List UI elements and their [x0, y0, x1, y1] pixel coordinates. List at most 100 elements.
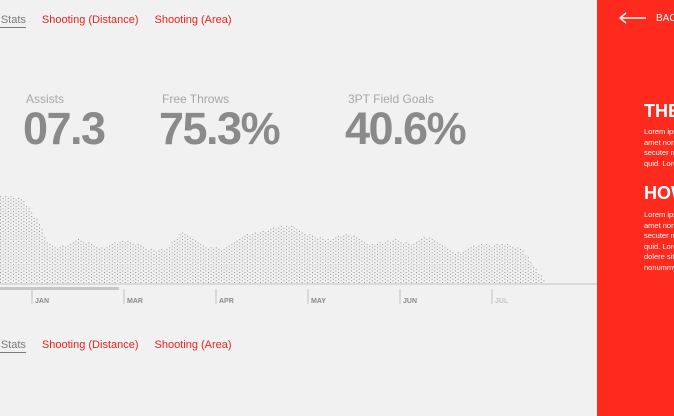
timeline-dot	[431, 265, 433, 267]
timeline-dot	[288, 227, 290, 229]
timeline-dot	[169, 280, 170, 282]
timeline-dot	[65, 254, 66, 255]
timeline-dot	[468, 249, 469, 250]
timeline-dot	[343, 255, 345, 257]
timeline-dot	[122, 257, 124, 259]
tab-shooting-distance[interactable]: Shooting (Distance)	[42, 14, 139, 28]
timeline-dot	[273, 244, 274, 246]
timeline-dot	[275, 258, 277, 260]
timeline-dot	[44, 280, 46, 282]
timeline-dot	[124, 275, 126, 277]
timeline-dot	[403, 254, 404, 255]
timeline-dot	[299, 273, 300, 275]
timeline-dot	[234, 258, 235, 260]
back-button[interactable]: BACK	[619, 12, 674, 24]
timeline-dot	[187, 258, 189, 260]
timeline-dot	[18, 207, 20, 209]
timeline-dot	[31, 235, 33, 237]
timeline-dot	[0, 255, 1, 257]
timeline-dot	[205, 247, 207, 249]
timeline-dot	[218, 275, 220, 277]
timeline-dot	[473, 245, 475, 247]
timeline-dot	[335, 277, 337, 278]
timeline-dot	[410, 255, 412, 257]
timeline-dot	[312, 268, 313, 270]
timeline-dot	[530, 262, 532, 264]
timeline-dot	[23, 227, 25, 229]
timeline-dot	[57, 258, 59, 260]
timeline-dot	[241, 270, 243, 272]
timeline-dot	[382, 244, 384, 246]
timeline-dot	[101, 280, 103, 282]
season-timeline-chart[interactable]: JAN MAR APR MAY JUN JUL	[0, 182, 597, 312]
timeline-dot	[7, 214, 9, 216]
timeline-dot	[405, 268, 407, 270]
timeline-dot	[130, 282, 131, 283]
timeline-dot	[0, 282, 1, 283]
timeline-dot	[457, 258, 459, 260]
timeline-dot	[67, 278, 69, 280]
tab-shooting-area[interactable]: Shooting (Area)	[155, 14, 232, 28]
timeline-dot	[236, 270, 238, 272]
timeline-dot	[2, 267, 4, 269]
timeline-dot	[465, 277, 467, 278]
timeline-dot	[31, 265, 33, 267]
timeline-dot	[36, 255, 38, 257]
timeline-dot	[275, 282, 277, 283]
timeline-dot	[312, 255, 313, 257]
timeline-dot	[189, 254, 191, 255]
timeline-dot	[439, 254, 441, 255]
timeline-dot	[205, 270, 207, 272]
stat-assists: Assists 07.3	[23, 92, 106, 152]
timeline-dot	[275, 229, 277, 231]
timeline-dot	[171, 262, 173, 264]
timeline-dot	[20, 235, 22, 237]
tab-shooting-distance[interactable]: Shooting (Distance)	[42, 339, 139, 353]
timeline-dot	[509, 265, 511, 267]
timeline-dot	[449, 267, 451, 269]
timeline-dot	[226, 280, 228, 282]
timeline-dot	[13, 257, 14, 259]
timeline-dot	[353, 275, 355, 277]
timeline-dot	[351, 260, 352, 262]
timeline-dot	[36, 252, 38, 254]
timeline-dot	[28, 230, 30, 232]
timeline-dot	[101, 250, 103, 252]
timeline-dot	[20, 278, 22, 280]
timeline-dot	[70, 244, 72, 246]
timeline-dot	[31, 232, 33, 234]
timeline-dot	[210, 257, 212, 259]
timeline-dot	[124, 258, 126, 260]
timeline-dot	[78, 258, 79, 260]
tab-player-stats[interactable]: er Stats	[0, 339, 26, 353]
timeline-dot	[299, 244, 300, 246]
timeline-progress-bar[interactable]	[0, 287, 119, 290]
timeline-dot	[267, 257, 269, 259]
timeline-dot	[104, 255, 105, 257]
timeline-dot	[7, 204, 9, 206]
timeline-dot	[423, 257, 425, 259]
timeline-dot	[431, 245, 433, 247]
timeline-dot	[408, 273, 410, 275]
timeline-dot	[325, 257, 326, 259]
timeline-dot	[213, 268, 215, 270]
timeline-dot	[202, 272, 204, 274]
timeline-dot	[28, 221, 30, 222]
timeline-dot	[260, 245, 261, 247]
timeline-dot	[382, 260, 384, 262]
tab-player-stats[interactable]: er Stats	[0, 14, 26, 28]
timeline-dot	[7, 257, 9, 259]
timeline-dot	[5, 235, 7, 237]
timeline-dot	[486, 277, 488, 278]
timeline-dot	[252, 247, 254, 249]
timeline-dot	[275, 242, 277, 244]
timeline-dot	[28, 211, 30, 213]
timeline-dot	[387, 280, 389, 282]
timeline-dot	[179, 254, 181, 255]
timeline-dot	[88, 255, 90, 257]
timeline-dot	[410, 265, 412, 267]
timeline-dot	[507, 270, 508, 272]
tab-shooting-area[interactable]: Shooting (Area)	[155, 339, 232, 353]
timeline-dot	[260, 282, 261, 283]
timeline-dot	[475, 260, 477, 262]
